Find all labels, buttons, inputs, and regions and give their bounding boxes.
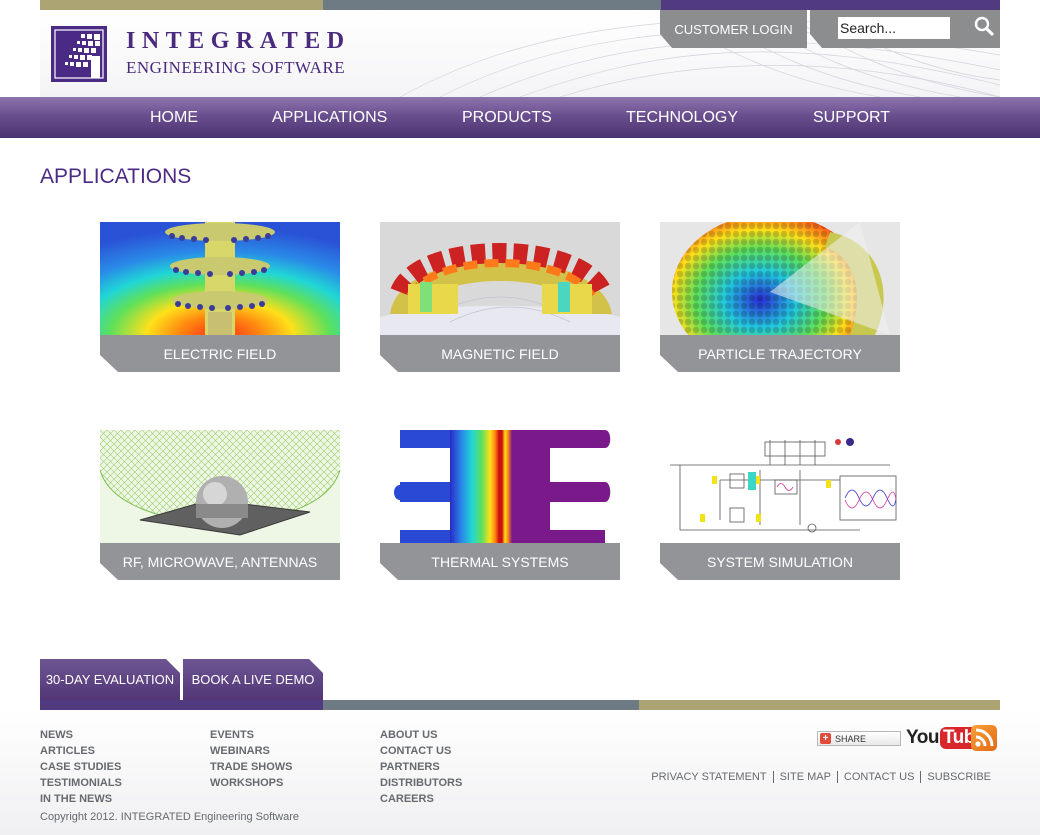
footer-link-about-us[interactable]: ABOUT US xyxy=(380,727,462,743)
nav-applications[interactable]: APPLICATIONS xyxy=(272,97,387,138)
footer-color-bar xyxy=(40,700,1000,710)
book-demo-button[interactable]: BOOK A LIVE DEMO xyxy=(183,659,323,700)
footer-link-articles[interactable]: ARTICLES xyxy=(40,743,122,759)
tile-label: THERMAL SYSTEMS xyxy=(380,543,620,580)
page-title: APPLICATIONS xyxy=(40,165,192,188)
footer-column-events: EVENTS WEBINARS TRADE SHOWS WORKSHOPS xyxy=(210,727,293,791)
customer-login-button[interactable]: CUSTOMER LOGIN xyxy=(660,10,807,48)
share-button[interactable]: + SHARE xyxy=(817,731,901,746)
nav-products[interactable]: PRODUCTS xyxy=(462,97,552,138)
legal-links: PRIVACY STATEMENT SITE MAP CONTACT US SU… xyxy=(645,771,997,783)
tile-label: MAGNETIC FIELD xyxy=(380,335,620,372)
share-label: SHARE xyxy=(835,733,867,744)
top-bar-purple xyxy=(661,0,1000,10)
tile-label: PARTICLE TRAJECTORY xyxy=(660,335,900,372)
privacy-statement-link[interactable]: PRIVACY STATEMENT xyxy=(645,771,772,783)
search-input[interactable] xyxy=(838,17,950,39)
footer-link-case-studies[interactable]: CASE STUDIES xyxy=(40,759,122,775)
top-bar-olive xyxy=(40,0,323,10)
footer-link-webinars[interactable]: WEBINARS xyxy=(210,743,293,759)
tile-rf-microwave-antennas[interactable]: RF, MICROWAVE, ANTENNAS xyxy=(100,430,340,580)
tile-thermal-systems[interactable]: THERMAL SYSTEMS xyxy=(380,430,620,580)
nav-home[interactable]: HOME xyxy=(150,97,198,138)
nav-technology[interactable]: TECHNOLOGY xyxy=(626,97,738,138)
share-plus-icon: + xyxy=(820,733,831,744)
subscribe-link[interactable]: SUBSCRIBE xyxy=(920,771,997,783)
trial-evaluation-button[interactable]: 30-DAY EVALUATION xyxy=(40,659,180,700)
footer-link-careers[interactable]: CAREERS xyxy=(380,791,462,807)
logo-wordmark: INTEGRATED xyxy=(126,28,351,54)
footer-bar-slate xyxy=(323,700,639,710)
footer-bar-olive xyxy=(639,700,1000,710)
footer-link-events[interactable]: EVENTS xyxy=(210,727,293,743)
thermal-gradient-image xyxy=(380,430,620,543)
tile-particle-trajectory[interactable]: PARTICLE TRAJECTORY xyxy=(660,222,900,372)
logo-tagline: ENGINEERING SOFTWARE xyxy=(126,58,346,77)
footer-link-in-the-news[interactable]: IN THE NEWS xyxy=(40,791,122,807)
circuit-schematic-image xyxy=(660,430,900,543)
footer-bar-purple xyxy=(40,700,323,710)
tile-label: SYSTEM SIMULATION xyxy=(660,543,900,580)
contact-us-link[interactable]: CONTACT US xyxy=(836,771,921,783)
magnetic-field-image xyxy=(380,222,620,335)
footer-link-trade-shows[interactable]: TRADE SHOWS xyxy=(210,759,293,775)
main-nav: HOME APPLICATIONS PRODUCTS TECHNOLOGY SU… xyxy=(0,97,1040,138)
footer-link-news[interactable]: NEWS xyxy=(40,727,122,743)
tile-label: ELECTRIC FIELD xyxy=(100,335,340,372)
nav-support[interactable]: SUPPORT xyxy=(813,97,890,138)
search-icon[interactable] xyxy=(972,15,996,39)
footer-link-partners[interactable]: PARTNERS xyxy=(380,759,462,775)
antenna-pattern-image xyxy=(100,430,340,543)
tile-system-simulation[interactable]: SYSTEM SIMULATION xyxy=(660,430,900,580)
rss-icon[interactable] xyxy=(971,725,997,751)
tile-magnetic-field[interactable]: MAGNETIC FIELD xyxy=(380,222,620,372)
tile-label: RF, MICROWAVE, ANTENNAS xyxy=(100,543,340,580)
footer-column-company: ABOUT US CONTACT US PARTNERS DISTRIBUTOR… xyxy=(380,727,462,807)
copyright-text: Copyright 2012. INTEGRATED Engineering S… xyxy=(40,811,300,823)
site-map-link[interactable]: SITE MAP xyxy=(772,771,837,783)
youtube-you-text: You xyxy=(906,727,939,748)
footer-link-workshops[interactable]: WORKSHOPS xyxy=(210,775,293,791)
footer-link-contact-us[interactable]: CONTACT US xyxy=(380,743,462,759)
company-logo-icon xyxy=(51,26,107,82)
electric-field-image xyxy=(100,222,340,335)
footer-link-testimonials[interactable]: TESTIMONIALS xyxy=(40,775,122,791)
top-color-bar xyxy=(40,0,1000,10)
particle-trajectory-image xyxy=(660,222,900,335)
tile-electric-field[interactable]: ELECTRIC FIELD xyxy=(100,222,340,372)
footer-column-news: NEWS ARTICLES CASE STUDIES TESTIMONIALS … xyxy=(40,727,122,807)
footer-link-distributors[interactable]: DISTRIBUTORS xyxy=(380,775,462,791)
top-bar-slate xyxy=(323,0,661,10)
